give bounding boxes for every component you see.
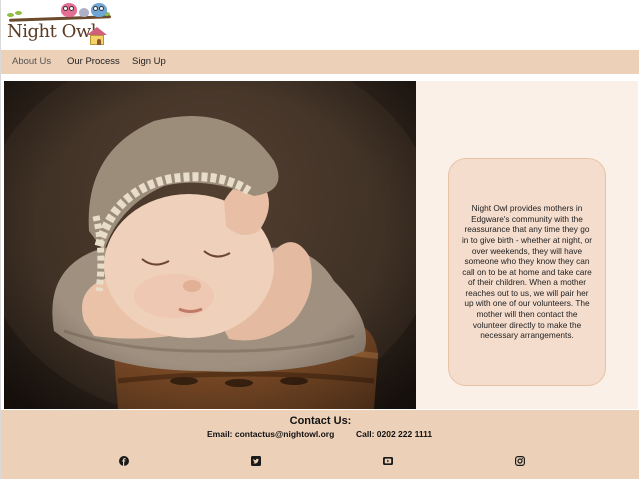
youtube-icon[interactable] <box>383 456 393 466</box>
page: Night Owl About Us Our Process Sign Up N… <box>0 0 639 479</box>
nav-about-us[interactable]: About Us <box>12 56 51 67</box>
contact-title: Contact Us: <box>289 415 352 427</box>
about-section: Night Owl provides mothers in Edgware's … <box>1 74 639 410</box>
instagram-icon[interactable] <box>515 456 525 466</box>
facebook-icon[interactable] <box>119 456 129 466</box>
main-nav: About Us Our Process Sign Up <box>1 50 639 74</box>
leaf-graphic <box>15 11 22 15</box>
blue-owl-icon <box>91 3 107 17</box>
sleeping-baby-illustration <box>4 81 416 409</box>
owl-family-logo[interactable]: Night Owl <box>7 3 117 47</box>
contact-email[interactable]: Email: contactus@nightowl.org <box>207 429 334 439</box>
site-header: Night Owl <box>1 0 639 50</box>
newborn-baby-photo <box>4 81 416 409</box>
birdhouse-icon <box>87 27 107 45</box>
pink-owl-icon <box>61 3 77 17</box>
about-text-panel: Night Owl provides mothers in Edgware's … <box>416 81 638 409</box>
contact-phone[interactable]: Call: 0202 222 1111 <box>356 429 432 439</box>
brand-name: Night Owl <box>7 21 97 42</box>
nav-sign-up[interactable]: Sign Up <box>132 56 166 67</box>
leaf-graphic <box>7 13 14 17</box>
baby-owl-icon <box>79 8 89 17</box>
nav-our-process[interactable]: Our Process <box>67 56 120 67</box>
about-description: Night Owl provides mothers in Edgware's … <box>461 203 593 341</box>
site-footer: Contact Us: Email: contactus@nightowl.or… <box>1 410 639 479</box>
about-card: Night Owl provides mothers in Edgware's … <box>448 158 606 386</box>
twitter-icon[interactable] <box>251 456 261 466</box>
